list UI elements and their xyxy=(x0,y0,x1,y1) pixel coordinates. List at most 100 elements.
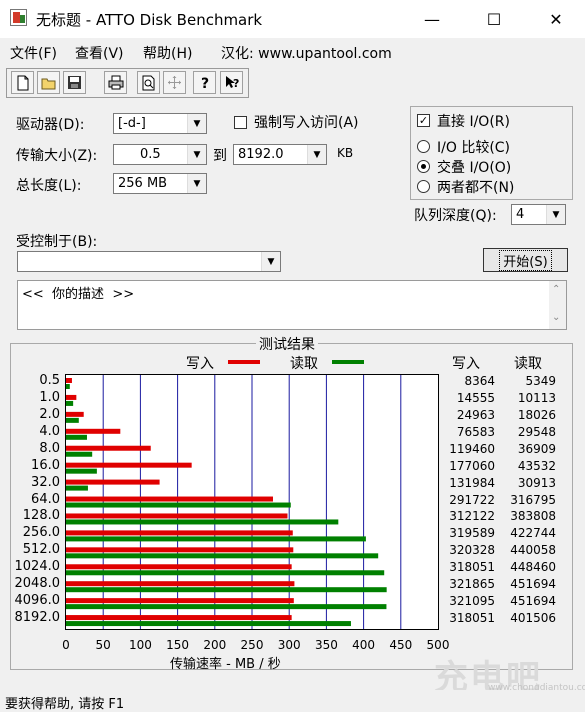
total-length-select[interactable]: 256 MB ▼ xyxy=(113,173,207,194)
read-bar xyxy=(66,384,70,389)
x-tick-label: 250 xyxy=(240,638,264,652)
x-tick-label: 400 xyxy=(352,638,376,652)
legend-write-swatch xyxy=(228,360,260,364)
read-value: 29548 xyxy=(517,424,556,439)
read-value: 448460 xyxy=(510,560,556,575)
read-value: 401506 xyxy=(510,611,556,626)
direct-io-checkbox[interactable]: ✓ xyxy=(417,114,430,127)
write-bar xyxy=(66,411,84,417)
write-value: 318051 xyxy=(449,611,495,626)
print-icon[interactable] xyxy=(104,71,127,94)
write-bar xyxy=(66,462,192,468)
x-tick-label: 450 xyxy=(389,638,413,652)
read-value: 383808 xyxy=(510,509,556,524)
io-compare-radio[interactable] xyxy=(417,140,430,153)
write-value: 312122 xyxy=(449,509,495,524)
menu-view[interactable]: 查看(V) xyxy=(75,43,124,63)
write-value: 318051 xyxy=(449,560,495,575)
write-value: 319589 xyxy=(449,526,495,541)
y-tick-label: 16.0 xyxy=(31,457,60,473)
x-tick-label: 350 xyxy=(314,638,338,652)
read-bar xyxy=(66,434,87,440)
minimize-button[interactable]: — xyxy=(409,0,455,38)
read-bar xyxy=(66,502,291,508)
controlled-by-label: 受控制于(B): xyxy=(16,234,98,250)
chart-svg xyxy=(66,375,402,629)
x-tick-label: 50 xyxy=(95,638,111,652)
menu-sinicize[interactable]: 汉化: www.upantool.com xyxy=(221,43,392,63)
transfer-min-value: 0.5 xyxy=(140,147,161,162)
neither-label: 两者都不(N) xyxy=(437,180,515,196)
menu-help[interactable]: 帮助(H) xyxy=(143,43,192,63)
force-write-label: 强制写入访问(A) xyxy=(254,115,359,131)
read-bar xyxy=(66,400,74,406)
queue-depth-label: 队列深度(Q): xyxy=(414,208,497,224)
read-bar xyxy=(66,468,97,474)
overlapped-io-label: 交叠 I/O(O) xyxy=(437,160,512,176)
write-value: 321865 xyxy=(449,577,495,592)
transfer-min-select[interactable]: 0.5 ▼ xyxy=(113,144,207,165)
print-preview-icon[interactable] xyxy=(137,71,160,94)
chevron-down-icon: ▼ xyxy=(187,114,206,133)
write-bar xyxy=(66,615,292,621)
scroll-down-icon[interactable]: ⌄ xyxy=(552,312,560,323)
write-header: 写入 xyxy=(452,356,480,372)
write-value: 177060 xyxy=(449,458,495,473)
write-bar xyxy=(66,428,121,434)
open-icon[interactable] xyxy=(37,71,60,94)
queue-depth-select[interactable]: 4 ▼ xyxy=(511,204,566,225)
overlapped-io-radio[interactable] xyxy=(417,160,430,173)
scroll-up-icon[interactable]: ⌃ xyxy=(552,284,560,295)
read-value: 451694 xyxy=(510,577,556,592)
write-value: 14555 xyxy=(456,390,495,405)
read-bar xyxy=(66,604,387,610)
write-value: 321095 xyxy=(449,594,495,609)
unit-label: KB xyxy=(337,146,354,160)
app-icon xyxy=(10,9,27,26)
write-value: 131984 xyxy=(449,475,495,490)
status-text: 要获得帮助, 请按 F1 xyxy=(5,697,125,712)
force-write-checkbox[interactable] xyxy=(234,116,247,129)
read-value: 5349 xyxy=(525,374,556,388)
transfer-max-select[interactable]: 8192.0 ▼ xyxy=(233,144,327,165)
y-tick-label: 4096.0 xyxy=(14,593,61,609)
write-bar xyxy=(66,496,273,502)
total-length-value: 256 MB xyxy=(118,176,168,191)
write-bar xyxy=(66,564,292,570)
controlled-by-select[interactable]: ▼ xyxy=(17,251,281,272)
start-button[interactable]: 开始(S) xyxy=(483,248,568,272)
context-help-icon[interactable]: ? xyxy=(220,71,243,94)
move-icon[interactable] xyxy=(163,71,186,94)
read-bar xyxy=(66,587,387,593)
svg-text:?: ? xyxy=(201,76,209,91)
read-value: 451694 xyxy=(510,594,556,609)
save-icon[interactable] xyxy=(63,71,86,94)
total-length-label: 总长度(L): xyxy=(16,178,82,194)
chart-plot-area xyxy=(65,374,439,630)
write-bar xyxy=(66,598,294,604)
chevron-down-icon: ▼ xyxy=(307,145,326,164)
close-button[interactable]: ✕ xyxy=(533,0,579,38)
read-value: 316795 xyxy=(510,492,556,507)
window-title: 无标题 - ATTO Disk Benchmark xyxy=(36,11,263,29)
help-icon[interactable]: ? xyxy=(193,71,216,94)
maximize-button[interactable]: ☐ xyxy=(471,0,517,38)
menu-file[interactable]: 文件(F) xyxy=(10,43,57,63)
write-value: 8364 xyxy=(464,374,495,388)
write-value: 320328 xyxy=(449,543,495,558)
drive-select[interactable]: [-d-] ▼ xyxy=(113,113,207,134)
new-icon[interactable] xyxy=(11,71,34,94)
write-value: 24963 xyxy=(456,407,495,422)
read-bar xyxy=(66,621,351,627)
write-value: 76583 xyxy=(456,424,495,439)
write-bar xyxy=(66,394,77,400)
neither-radio[interactable] xyxy=(417,180,430,193)
write-bar xyxy=(66,378,72,383)
start-label: 开始(S) xyxy=(499,249,552,271)
read-value: 36909 xyxy=(517,441,556,456)
legend-write-label: 写入 xyxy=(186,356,214,372)
y-tick-label: 8.0 xyxy=(39,440,60,456)
write-bar xyxy=(66,547,294,553)
write-bar xyxy=(66,479,160,485)
read-value: 43532 xyxy=(517,458,556,473)
